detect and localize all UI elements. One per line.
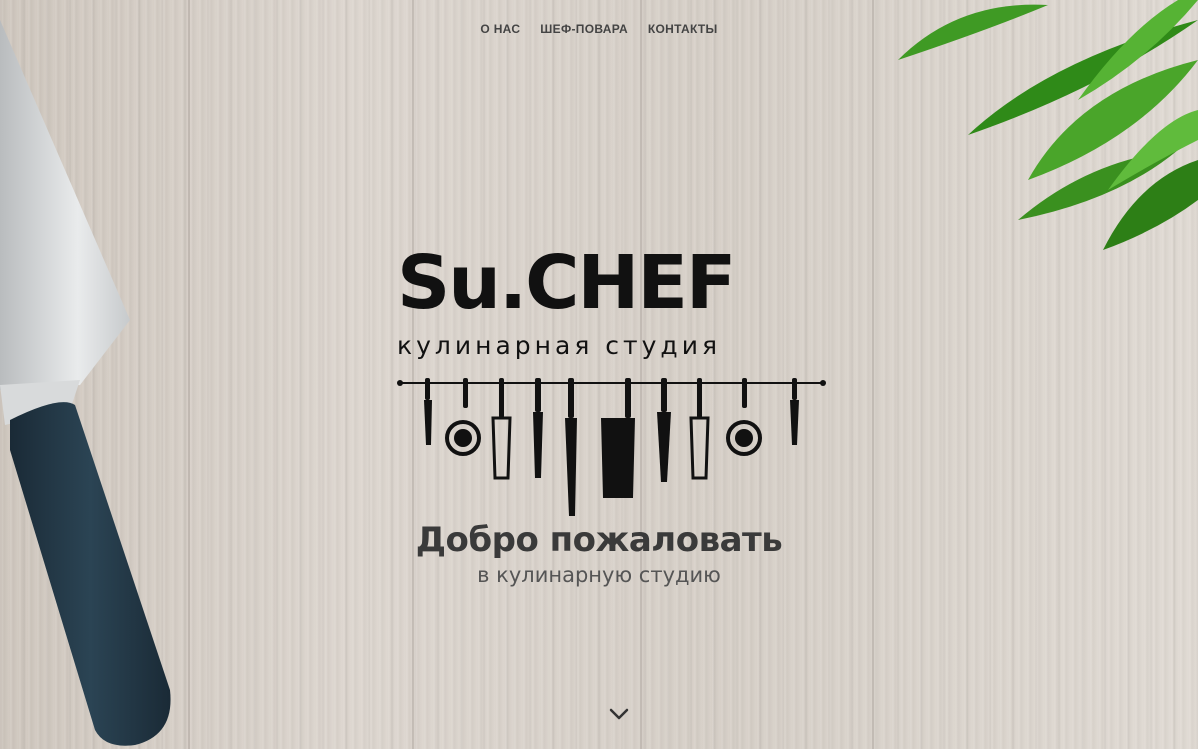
plank-seam xyxy=(872,0,874,749)
top-nav: О НАС ШЕФ-ПОВАРА КОНТАКТЫ xyxy=(0,22,1198,36)
hero-title: Добро пожаловать xyxy=(415,520,783,560)
logo-wordmark: Su.CHEF xyxy=(397,240,734,326)
herb-leaves-image xyxy=(898,0,1198,250)
nav-item-about[interactable]: О НАС xyxy=(480,22,520,36)
logo-tagline: кулинарная студия xyxy=(397,331,721,360)
suchef-logo: Su.CHEF кулинарная студия xyxy=(397,240,826,516)
knife-rack-icon xyxy=(424,378,799,516)
nav-item-contacts[interactable]: КОНТАКТЫ xyxy=(648,22,718,36)
hero-subtitle: в кулинарную студию xyxy=(477,563,721,587)
knife-image xyxy=(0,20,171,746)
chevron-down-icon[interactable] xyxy=(607,704,631,724)
nav-item-chefs[interactable]: ШЕФ-ПОВАРА xyxy=(540,22,628,36)
